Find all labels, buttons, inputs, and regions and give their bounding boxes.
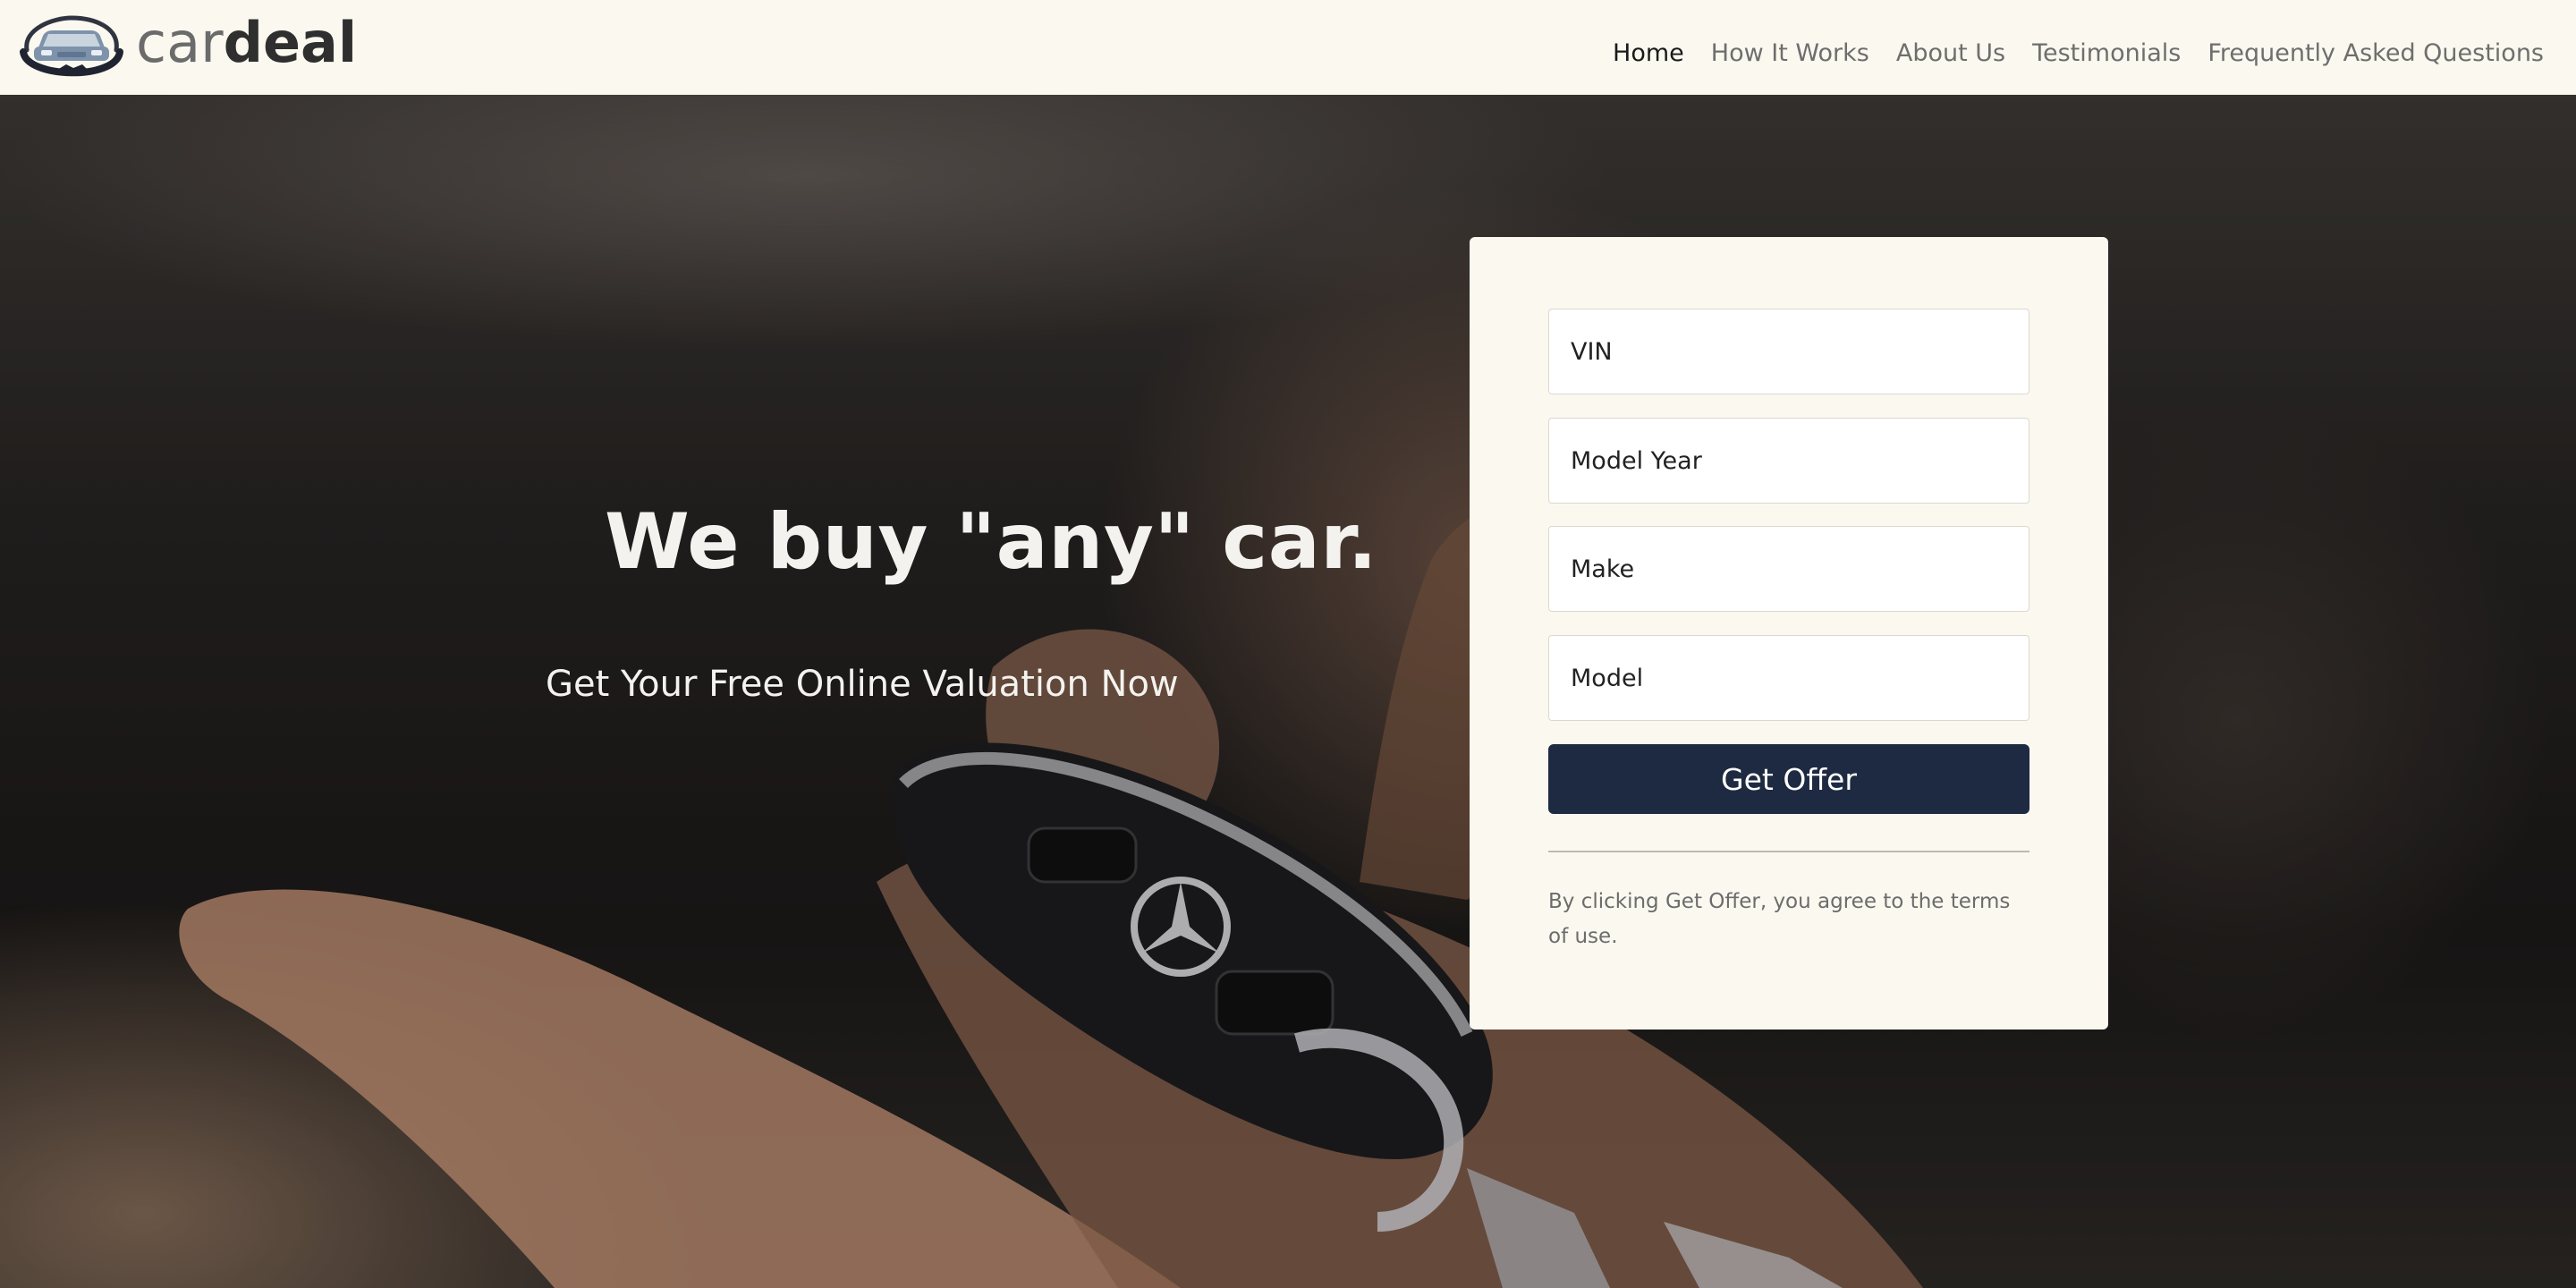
car-handshake-icon xyxy=(20,15,123,77)
logo-word-deal: deal xyxy=(223,10,358,75)
logo-word-car: car xyxy=(136,10,224,75)
site-logo[interactable]: cardeal xyxy=(18,11,357,82)
hero-subtitle: Get Your Free Online Valuation Now xyxy=(546,664,1179,705)
main-nav: Home How It Works About Us Testimonials … xyxy=(1586,0,2544,106)
logo-wordmark: cardeal xyxy=(136,15,357,71)
nav-testimonials[interactable]: Testimonials xyxy=(2032,39,2181,67)
nav-faq[interactable]: Frequently Asked Questions xyxy=(2207,39,2544,67)
hero-section: We buy "any" car. Get Your Free Online V… xyxy=(0,95,2576,1288)
nav-home[interactable]: Home xyxy=(1613,39,1684,67)
model-year-input[interactable] xyxy=(1548,418,2029,504)
valuation-form: Get Offer By clicking Get Offer, you agr… xyxy=(1470,237,2108,1030)
hero-overlay xyxy=(0,95,2576,1288)
make-input[interactable] xyxy=(1548,526,2029,612)
vin-input[interactable] xyxy=(1548,309,2029,394)
hero-title: We buy "any" car. xyxy=(605,497,1378,587)
terms-notice: By clicking Get Offer, you agree to the … xyxy=(1548,890,2011,948)
model-input[interactable] xyxy=(1548,635,2029,721)
form-divider xyxy=(1548,851,2029,852)
nav-about-us[interactable]: About Us xyxy=(1896,39,2005,67)
get-offer-button[interactable]: Get Offer xyxy=(1548,744,2029,814)
nav-how-it-works[interactable]: How It Works xyxy=(1711,39,1869,67)
site-header: cardeal Home How It Works About Us Testi… xyxy=(0,0,2576,95)
